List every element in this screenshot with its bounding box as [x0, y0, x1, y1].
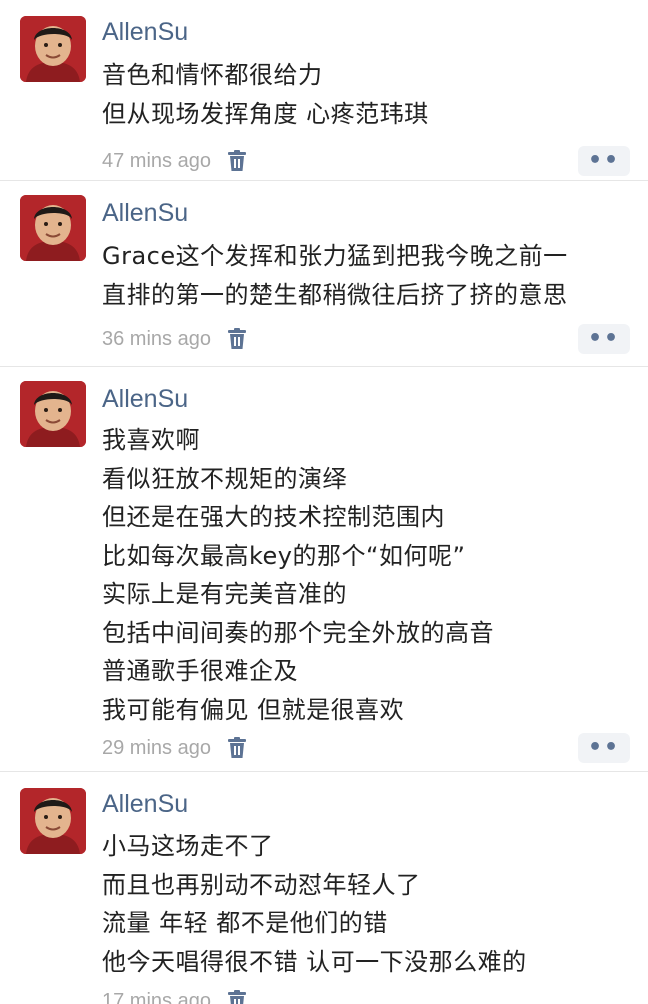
username[interactable]: AllenSu	[102, 199, 188, 228]
comment-text-line: 音色和情怀都很给力	[102, 61, 323, 89]
more-button[interactable]: ••	[578, 324, 630, 354]
comment-item: AllenSu Grace这个发挥和张力猛到把我今晚之前一 直排的第一的楚生都稍…	[0, 181, 648, 367]
trash-icon[interactable]	[227, 150, 247, 172]
comment-item: AllenSu 小马这场走不了 而且也再别动不动怼年轻人了 流量 年轻 都不是他…	[0, 772, 648, 1004]
comment-text-line: 普通歌手很难企及	[102, 657, 298, 685]
timestamp: 17 mins ago	[102, 989, 211, 1004]
comment-text-line: 看似狂放不规矩的演绎	[102, 464, 347, 493]
trash-icon[interactable]	[227, 737, 247, 759]
comment-text-line: 他今天唱得很不错 认可一下没那么难的	[102, 947, 527, 976]
comment-item: AllenSu 我喜欢啊 看似狂放不规矩的演绎 但还是在强大的技术控制范围内 比…	[0, 367, 648, 772]
avatar[interactable]	[20, 788, 86, 854]
comment-text-line: 包括中间间奏的那个完全外放的高音	[102, 618, 494, 647]
avatar[interactable]	[20, 16, 86, 82]
comment-text-line: 比如每次最高key的那个“如何呢”	[102, 541, 466, 570]
more-dots-icon: ••	[587, 326, 621, 351]
trash-icon[interactable]	[227, 990, 247, 1004]
more-button[interactable]: ••	[578, 146, 630, 176]
more-dots-icon: ••	[587, 735, 621, 760]
comment-text-line: 小马这场走不了	[102, 832, 274, 860]
timestamp: 36 mins ago	[102, 327, 211, 350]
trash-icon[interactable]	[227, 328, 247, 350]
timestamp: 47 mins ago	[102, 149, 211, 172]
username[interactable]: AllenSu	[102, 18, 188, 47]
avatar[interactable]	[20, 195, 86, 261]
comment-text-line: 而且也再别动不动怼年轻人了	[102, 870, 421, 899]
comment-text-line: 我喜欢啊	[102, 426, 200, 454]
comment-text-line: 但从现场发挥角度 心疼范玮琪	[102, 99, 429, 128]
comment-text-line: 实际上是有完美音准的	[102, 580, 347, 608]
comment-text-line: 流量 年轻 都不是他们的错	[102, 909, 388, 937]
comment-text-line: Grace这个发挥和张力猛到把我今晚之前一	[102, 242, 568, 270]
comment-text-line: 我可能有偏见 但就是很喜欢	[102, 695, 405, 724]
comment-text-line: 但还是在强大的技术控制范围内	[102, 503, 445, 531]
username[interactable]: AllenSu	[102, 385, 188, 414]
comment-item: AllenSu 音色和情怀都很给力 但从现场发挥角度 心疼范玮琪 47 mins…	[0, 0, 648, 181]
timestamp: 29 mins ago	[102, 736, 211, 759]
more-dots-icon: ••	[587, 148, 621, 173]
username[interactable]: AllenSu	[102, 790, 188, 819]
comment-text-line: 直排的第一的楚生都稍微往后挤了挤的意思	[102, 280, 568, 309]
more-button[interactable]: ••	[578, 733, 630, 763]
avatar[interactable]	[20, 381, 86, 447]
comment-feed: AllenSu 音色和情怀都很给力 但从现场发挥角度 心疼范玮琪 47 mins…	[0, 0, 648, 1004]
